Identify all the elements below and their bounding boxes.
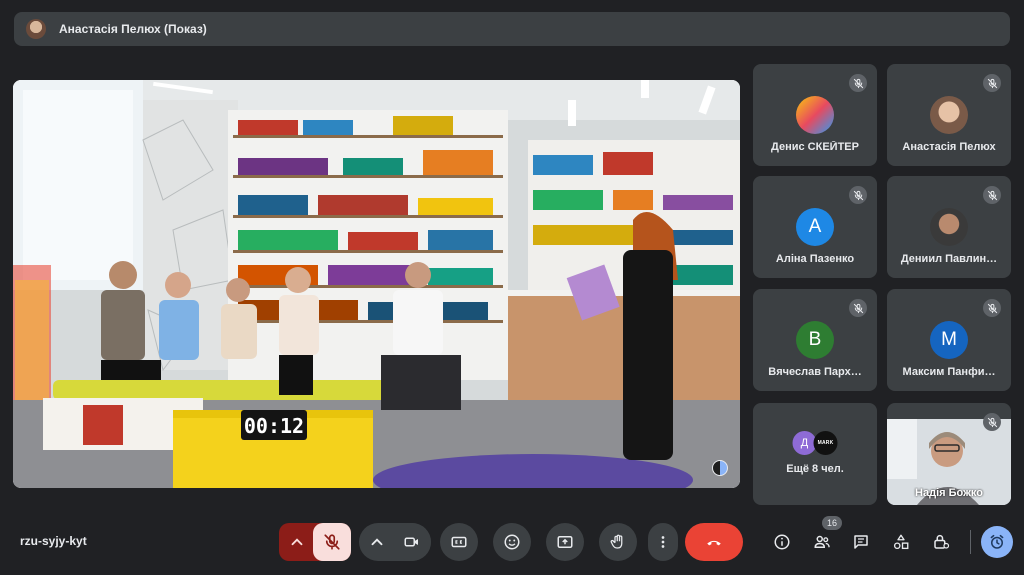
- participant-name: Максим Панфи…: [902, 366, 996, 378]
- emoji-icon: [504, 534, 520, 550]
- end-call-button[interactable]: [685, 523, 743, 561]
- mic-options-button[interactable]: [279, 523, 315, 561]
- mic-off-icon: [983, 186, 1001, 204]
- raise-hand-icon: [610, 534, 623, 549]
- camera-icon: [404, 537, 418, 547]
- timer-button[interactable]: [981, 526, 1013, 558]
- reactions-button[interactable]: [493, 523, 531, 561]
- presenter-title: Анастасія Пелюх (Показ): [59, 22, 207, 36]
- more-vert-icon: [661, 536, 665, 548]
- participant-name: Надія Божко: [915, 487, 983, 499]
- toolbar-divider: [970, 530, 971, 554]
- captions-icon: [451, 536, 467, 548]
- camera-options-button[interactable]: [359, 523, 395, 561]
- participant-logo-chip: MARK: [813, 431, 838, 455]
- people-icon: [814, 535, 830, 548]
- camera-toggle-button[interactable]: [393, 523, 431, 561]
- participant-tile[interactable]: Анастасія Пелюх: [887, 64, 1011, 166]
- participant-name: Денис СКЕЙТЕР: [771, 141, 859, 153]
- meeting-code: rzu-syjy-kyt: [20, 534, 87, 548]
- host-controls-button[interactable]: [929, 530, 953, 554]
- participant-name: Аліна Пазенко: [775, 253, 855, 265]
- mic-off-icon: [849, 299, 867, 317]
- mic-off-icon: [849, 186, 867, 204]
- presentation-video: 00:12: [13, 80, 740, 488]
- participant-tile[interactable]: В Вячеслав Парх…: [753, 289, 877, 391]
- presenter-avatar: [26, 19, 46, 39]
- people-button[interactable]: [810, 530, 834, 554]
- mic-off-icon: [324, 534, 340, 550]
- participant-tile[interactable]: Надія Божко: [887, 403, 1011, 505]
- mic-off-icon: [983, 413, 1001, 431]
- participant-tile[interactable]: Денис СКЕЙТЕР: [753, 64, 877, 166]
- participant-name: Дениил Павлин…: [900, 253, 998, 265]
- chat-icon: [854, 535, 868, 549]
- raise-hand-button[interactable]: [599, 523, 637, 561]
- host-controls-icon: [934, 534, 950, 549]
- info-icon: [774, 534, 790, 550]
- mic-off-icon: [983, 299, 1001, 317]
- more-participants-label: Ещё 8 чел.: [786, 463, 844, 475]
- participant-tile[interactable]: Дениил Павлин…: [887, 176, 1011, 278]
- chevron-up-icon: [371, 538, 383, 546]
- timer-icon: [990, 534, 1004, 549]
- end-call-icon: [707, 540, 721, 546]
- stage-timer: 00:12: [244, 414, 304, 438]
- participant-avatar: [930, 96, 968, 134]
- meet-window: Анастасія Пелюх (Показ) 00:12 Денис СКЕЙ…: [0, 0, 1024, 575]
- activities-button[interactable]: [889, 530, 913, 554]
- activities-icon: [893, 534, 909, 550]
- chat-button[interactable]: [849, 530, 873, 554]
- participant-avatar: [796, 96, 834, 134]
- mic-off-icon: [849, 74, 867, 92]
- captions-button[interactable]: [440, 523, 478, 561]
- presentation-stage[interactable]: 00:12: [13, 80, 740, 488]
- participant-tile[interactable]: А Аліна Пазенко: [753, 176, 877, 278]
- participant-tile[interactable]: M Максим Панфи…: [887, 289, 1011, 391]
- participant-avatar: А: [796, 208, 834, 246]
- participant-name: Вячеслав Парх…: [768, 366, 862, 378]
- present-button[interactable]: [546, 523, 584, 561]
- participant-name: Анастасія Пелюх: [902, 141, 996, 153]
- mic-off-icon: [983, 74, 1001, 92]
- stage-display-toggle-icon[interactable]: [712, 460, 728, 476]
- meeting-info-button[interactable]: [770, 530, 794, 554]
- present-icon: [557, 536, 573, 548]
- participant-avatar: M: [930, 321, 968, 359]
- presenter-bar[interactable]: Анастасія Пелюх (Показ): [14, 12, 1010, 46]
- participant-avatar: [930, 208, 968, 246]
- chevron-up-icon: [291, 538, 303, 546]
- mic-toggle-button[interactable]: [313, 523, 351, 561]
- participant-avatar: В: [796, 321, 834, 359]
- people-count-badge: 16: [822, 516, 842, 530]
- more-options-button[interactable]: [648, 523, 678, 561]
- more-participants-tile[interactable]: Д MARK Ещё 8 чел.: [753, 403, 877, 505]
